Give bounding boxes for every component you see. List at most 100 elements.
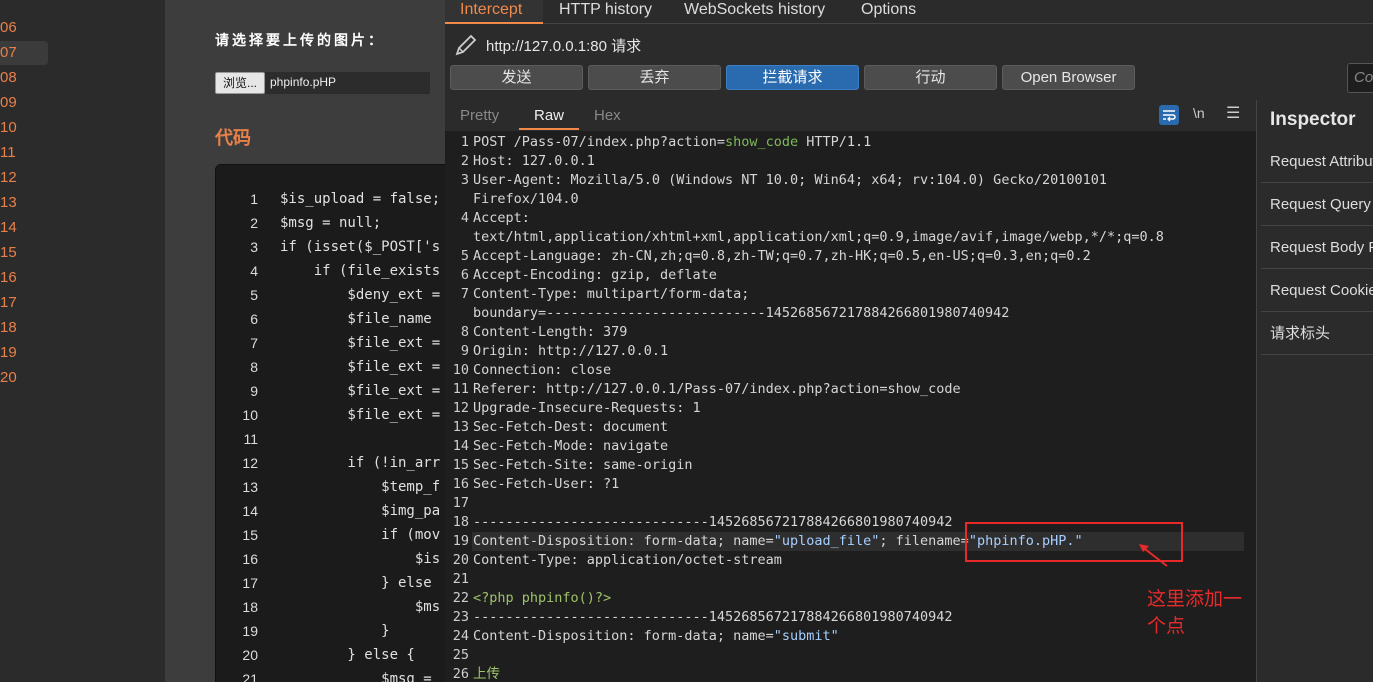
gutter-line-number: 16 — [0, 269, 17, 286]
request-token: "upload_file" — [773, 533, 880, 549]
request-token: document — [603, 419, 669, 435]
request-line-text: boundary=---------------------------1452… — [473, 304, 1009, 323]
active-tab-underline — [519, 128, 579, 130]
inspector-section[interactable]: Request Attributes — [1261, 141, 1373, 183]
request-line-text: 上传 — [473, 665, 500, 682]
request-line-number: 9 — [460, 343, 469, 359]
request-line-text: Sec-Fetch-User: ?1 — [473, 475, 619, 494]
source-line-number: 10 — [242, 407, 258, 423]
request-line-text: text/html,application/xhtml+xml,applicat… — [473, 228, 1164, 247]
request-line-text: Firefox/104.0 — [473, 190, 579, 209]
source-line-code: $ms — [280, 599, 441, 615]
request-token: application/octet-stream — [586, 552, 782, 568]
request-token: Host: — [473, 153, 522, 169]
request-url: http://127.0.0.1:80 请求 — [486, 38, 642, 55]
inspector-section[interactable]: 请求标头 — [1261, 313, 1373, 355]
request-line-number: 2 — [460, 153, 469, 169]
gutter-line-number: 07 — [0, 41, 48, 65]
request-line-number: 5 — [460, 248, 469, 264]
request-line-text: Sec-Fetch-Mode: navigate — [473, 437, 668, 456]
request-token: Sec-Fetch-Mode: — [473, 438, 604, 454]
request-token: 127.0.0.1 — [521, 153, 595, 169]
source-line-number: 1 — [250, 191, 258, 207]
source-line: 4 if (file_exists — [216, 259, 440, 283]
tab-pretty[interactable]: Pretty — [460, 107, 499, 124]
request-token: Content-Disposition: form-data; name= — [473, 628, 774, 644]
source-line: 8 $file_ext = — [216, 355, 440, 379]
request-token: Mozilla/5.0 (Windows NT 10.0; Win64; x64… — [570, 172, 1107, 188]
request-line-number: 16 — [452, 476, 469, 492]
request-line-text: Connection: close — [473, 361, 611, 380]
source-line-number: 20 — [242, 647, 258, 663]
request-token: "submit" — [773, 628, 839, 644]
request-line-number: 6 — [460, 267, 469, 283]
tab-options[interactable]: Options — [861, 0, 916, 24]
drop-button[interactable]: 丢弃 — [588, 65, 721, 90]
request-token: Accept: — [473, 210, 530, 226]
request-line-text: User-Agent: Mozilla/5.0 (Windows NT 10.0… — [473, 171, 1107, 190]
file-input[interactable]: 浏览... phpinfo.pHP — [215, 72, 430, 94]
request-token: Sec-Fetch-User: — [473, 476, 604, 492]
tab-intercept[interactable]: Intercept — [445, 0, 543, 24]
source-line: 16 $is — [216, 547, 440, 571]
tab-websockets-history[interactable]: WebSockets history — [684, 0, 825, 24]
tab-http-history[interactable]: HTTP history — [559, 0, 652, 24]
request-token: Content-Type: — [473, 286, 587, 302]
pencil-icon[interactable] — [453, 32, 479, 58]
request-token: multipart/form-data; — [586, 286, 750, 302]
request-token: Firefox/104.0 — [473, 191, 579, 207]
request-line-text: Sec-Fetch-Site: same-origin — [473, 456, 692, 475]
request-line-text: Content-Length: 379 — [473, 323, 627, 342]
forward-button[interactable]: 发送 — [450, 65, 583, 90]
source-line-number: 13 — [242, 479, 258, 495]
source-line: 5 $deny_ext = — [216, 283, 440, 307]
gutter-line-number: 11 — [0, 144, 16, 161]
source-line-code: $temp_f — [280, 479, 441, 495]
action-button[interactable]: 行动 — [864, 65, 997, 90]
open-browser-button[interactable]: Open Browser — [1002, 65, 1135, 90]
request-line-number: 20 — [452, 552, 469, 568]
newline-icon[interactable]: \n — [1193, 105, 1205, 121]
source-line-code: $deny_ext = — [280, 287, 441, 303]
request-line-number: 23 — [452, 609, 469, 625]
source-line-number: 11 — [243, 431, 258, 447]
source-line: 2 $msg = null; — [216, 211, 381, 235]
source-line-number: 8 — [250, 359, 258, 375]
request-line-number: 26 — [452, 666, 469, 682]
request-line-number: 21 — [452, 571, 469, 587]
raw-request-text[interactable]: 1 POST /Pass-07/index.php?action=show_cod… — [445, 133, 1256, 682]
inspector-section[interactable]: Request Body Parameters — [1261, 227, 1373, 269]
request-token: -----------------------------14526856721… — [473, 514, 953, 530]
inspector-section[interactable]: Request Query Parameters — [1261, 184, 1373, 226]
menu-icon[interactable]: ☰ — [1226, 103, 1240, 123]
comment-input[interactable]: Co — [1347, 63, 1373, 93]
source-code-box: 1 $is_upload = false; 2 $msg = null; 3 if (is… — [215, 164, 445, 682]
request-line-text: Origin: http://127.0.0.1 — [473, 342, 668, 361]
request-token: ; filename= — [879, 533, 969, 549]
request-token: Connection: — [473, 362, 571, 378]
tab-hex[interactable]: Hex — [594, 107, 621, 124]
request-line-number: 3 — [460, 172, 469, 188]
request-token: Upgrade-Insecure-Requests: — [473, 400, 693, 416]
intercept-toggle-button[interactable]: 拦截请求 — [726, 65, 859, 90]
request-url-row: http://127.0.0.1:80 请求 — [445, 26, 1373, 62]
gutter-line-number: 13 — [0, 194, 17, 211]
inspector-section[interactable]: Request Cookies — [1261, 270, 1373, 312]
word-wrap-icon[interactable] — [1159, 105, 1179, 125]
request-token: gzip, deflate — [611, 267, 717, 283]
source-line: 13 $temp_f — [216, 475, 440, 499]
browse-button[interactable]: 浏览... — [215, 72, 265, 94]
request-line-text: Host: 127.0.0.1 — [473, 152, 595, 171]
source-line-code: } — [280, 623, 390, 639]
request-line-number: 13 — [452, 419, 469, 435]
tab-raw[interactable]: Raw — [534, 107, 564, 124]
request-token: boundary=---------------------------1452… — [473, 305, 1010, 321]
request-token: 379 — [603, 324, 628, 340]
request-line-number: 18 — [452, 514, 469, 530]
source-line-number: 2 — [250, 215, 258, 231]
source-line-number: 12 — [242, 455, 258, 471]
source-line-code: if (!in_arr — [280, 455, 441, 471]
source-line-code: if (isset($_POST['s — [280, 239, 441, 255]
request-line-number: 11 — [452, 381, 469, 397]
request-token: -----------------------------14526856721… — [473, 609, 953, 625]
